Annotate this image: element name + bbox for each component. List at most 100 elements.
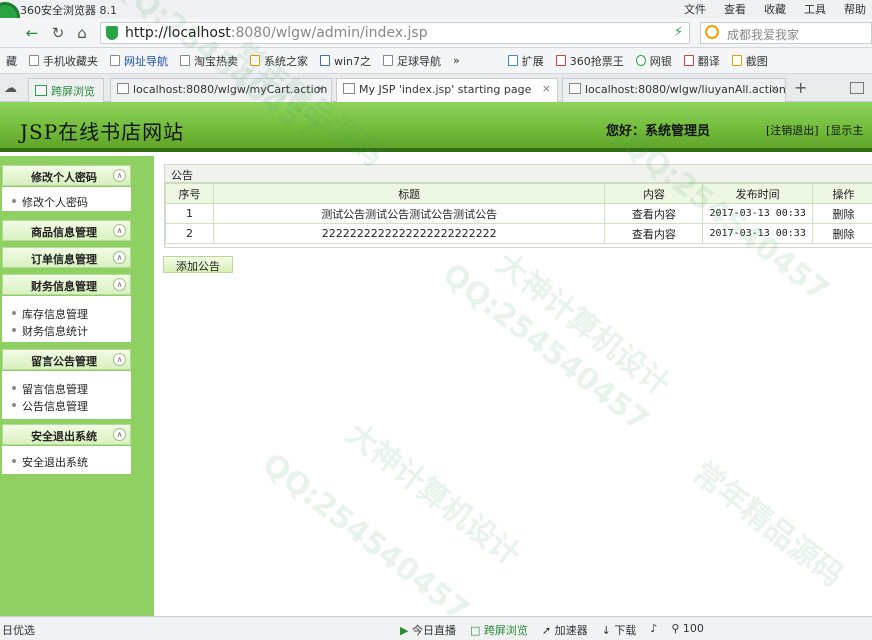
- zoom-icon: ⚲: [671, 622, 680, 635]
- browser-navbar: ← ↻ ⌂ http://localhost:8080/wlgw/admin/i…: [0, 18, 872, 48]
- site-title: JSP在线书店网站: [20, 120, 185, 144]
- table-header-row: 序号 标题 内容 发布时间 操作: [165, 183, 872, 204]
- bookmarks-bar: 藏 手机收藏夹 网址导航 淘宝热卖 系统之家 win7之 足球导航 » 扩展 3…: [0, 48, 872, 74]
- page-thumb-icon: [117, 83, 129, 94]
- translate-icon: [683, 55, 694, 66]
- search-placeholder[interactable]: 成都我爱我家: [727, 26, 799, 43]
- col-no: 序号: [165, 183, 214, 204]
- delete-link[interactable]: 删除: [812, 223, 872, 244]
- close-icon[interactable]: ×: [542, 82, 551, 95]
- sidebar-section-orders[interactable]: 订单信息管理 ∧: [2, 247, 131, 268]
- scissors-icon: [731, 55, 742, 66]
- bookmark-0[interactable]: 藏: [0, 53, 23, 69]
- search-engine-icon[interactable]: [705, 25, 719, 39]
- bookmark-taobao[interactable]: 淘宝热卖: [174, 53, 244, 69]
- col-title: 标题: [212, 183, 606, 204]
- main-content: 公告 序号 标题 内容 发布时间 操作 1 测试公告测试公告测试公告测试公告 查…: [154, 156, 872, 616]
- status-left-text[interactable]: 日优选: [2, 622, 35, 638]
- view-content-link[interactable]: 查看内容: [604, 203, 704, 224]
- bookmark-url-nav[interactable]: 网址导航: [104, 53, 174, 69]
- sidebar-section-change-password[interactable]: 修改个人密码 ∧: [2, 165, 131, 186]
- collapse-icon[interactable]: ∧: [113, 428, 126, 441]
- bookmark-system-home[interactable]: 系统之家: [244, 53, 314, 69]
- sidebar-section-goods[interactable]: 商品信息管理 ∧: [2, 220, 131, 241]
- sidebar-section-messages[interactable]: 留言公告管理 ∧: [2, 349, 131, 370]
- new-tab-button[interactable]: +: [794, 78, 807, 97]
- bookmarks-overflow[interactable]: »: [447, 54, 466, 67]
- screenshot-button[interactable]: 截图: [726, 53, 774, 69]
- sidebar-item-inventory[interactable]: 库存信息管理: [2, 304, 131, 321]
- ticket-robber-button[interactable]: 360抢票王: [550, 53, 630, 69]
- row-title: 测试公告测试公告测试公告测试公告: [212, 203, 606, 224]
- header-links: [注销退出] [显示主: [766, 122, 863, 138]
- phone-icon: [29, 55, 39, 66]
- collapse-icon[interactable]: ∧: [113, 169, 126, 182]
- collapse-icon[interactable]: ∧: [113, 224, 126, 237]
- translate-button[interactable]: 翻译: [678, 53, 726, 69]
- tab-liuyan[interactable]: localhost:8080/wlgw/liuyanAll.action ×: [562, 78, 786, 102]
- col-action: 操作: [812, 183, 872, 204]
- netbank-button[interactable]: 网银: [630, 53, 678, 69]
- tab-mycart[interactable]: localhost:8080/wlgw/myCart.action ×: [110, 78, 332, 102]
- sidebar-item-finance-stats[interactable]: 财务信息统计: [2, 321, 131, 338]
- announcement-table: 序号 标题 内容 发布时间 操作 1 测试公告测试公告测试公告测试公告 查看内容…: [165, 183, 872, 244]
- browser-app-title: 360安全浏览器 8.1: [20, 4, 117, 17]
- sidebar-body-finance: 库存信息管理 财务信息统计: [2, 296, 131, 342]
- page-icon: [110, 55, 120, 66]
- sidebar-body-logout: 安全退出系统: [2, 446, 131, 474]
- sidebar-item-messages[interactable]: 留言信息管理: [2, 379, 131, 396]
- menu-help[interactable]: 帮助: [844, 1, 866, 17]
- collapse-icon[interactable]: ∧: [113, 251, 126, 264]
- close-icon[interactable]: ×: [770, 82, 779, 95]
- bookmark-win7[interactable]: win7之: [314, 53, 377, 69]
- download-button[interactable]: ↓ 下载: [602, 622, 637, 638]
- bookmark-mobile-favorites[interactable]: 手机收藏夹: [23, 53, 104, 69]
- ticket-icon: [555, 55, 566, 66]
- table-row: 1 测试公告测试公告测试公告测试公告 查看内容 2017-03-13 00:33…: [165, 203, 872, 224]
- home-icon[interactable]: ⌂: [72, 23, 92, 43]
- collapse-icon[interactable]: ∧: [113, 353, 126, 366]
- menu-file[interactable]: 文件: [684, 1, 706, 17]
- cloud-sync-icon[interactable]: ☁: [4, 81, 17, 96]
- cross-screen-button[interactable]: □ 跨屏浏览: [470, 622, 528, 638]
- live-today-button[interactable]: ▶ 今日直播: [400, 622, 456, 638]
- panel-title: 公告: [165, 165, 872, 183]
- collapse-icon[interactable]: ∧: [113, 278, 126, 291]
- play-icon: ▶: [400, 624, 409, 637]
- sidebar-section-logout[interactable]: 安全退出系统 ∧: [2, 424, 131, 445]
- menu-tools[interactable]: 工具: [804, 1, 826, 17]
- security-shield-icon: [106, 26, 118, 40]
- address-url[interactable]: http://localhost:8080/wlgw/admin/index.j…: [125, 25, 428, 41]
- tab-list-icon[interactable]: [850, 82, 864, 94]
- sidebar-item-change-password[interactable]: 修改个人密码: [2, 192, 131, 209]
- bookmark-football[interactable]: 足球导航: [377, 53, 447, 69]
- tab-index-jsp[interactable]: My JSP 'index.jsp' starting page ×: [336, 78, 558, 103]
- screen-icon: □: [469, 624, 481, 637]
- address-bar[interactable]: http://localhost:8080/wlgw/admin/index.j…: [100, 22, 690, 44]
- add-announcement-button[interactable]: 添加公告: [163, 256, 233, 273]
- sidebar-body-messages: 留言信息管理 公告信息管理: [2, 371, 131, 419]
- close-icon[interactable]: ×: [316, 82, 325, 95]
- back-arrow-icon[interactable]: ←: [22, 23, 42, 43]
- menu-view[interactable]: 查看: [724, 1, 746, 17]
- search-box[interactable]: 成都我爱我家: [700, 22, 872, 44]
- accelerator-button[interactable]: ➚ 加速器: [542, 622, 588, 638]
- lightning-icon[interactable]: ⚡: [674, 25, 683, 40]
- view-content-link[interactable]: 查看内容: [604, 223, 704, 244]
- zoom-level[interactable]: ⚲ 100: [671, 622, 704, 638]
- menu-favorites[interactable]: 收藏: [764, 1, 786, 17]
- sidebar-section-finance[interactable]: 财务信息管理 ∧: [2, 274, 131, 295]
- sidebar-item-announcements[interactable]: 公告信息管理: [2, 396, 131, 413]
- windows-icon: [250, 55, 260, 66]
- page-icon: [180, 55, 190, 66]
- tab-cross-screen[interactable]: 跨屏浏览: [28, 78, 104, 102]
- sound-icon[interactable]: ♪: [650, 622, 657, 638]
- delete-link[interactable]: 删除: [812, 203, 872, 224]
- extensions-button[interactable]: 扩展: [502, 53, 550, 69]
- sidebar-item-logout[interactable]: 安全退出系统: [2, 452, 131, 469]
- refresh-icon[interactable]: ↻: [48, 23, 68, 43]
- show-main-link[interactable]: [显示主: [826, 124, 863, 137]
- page-icon: [383, 55, 394, 66]
- logout-link[interactable]: [注销退出]: [766, 124, 819, 137]
- browser-statusbar: 日优选 ▶ 今日直播 □ 跨屏浏览 ➚ 加速器 ↓ 下载 ♪ ⚲ 100: [0, 616, 872, 640]
